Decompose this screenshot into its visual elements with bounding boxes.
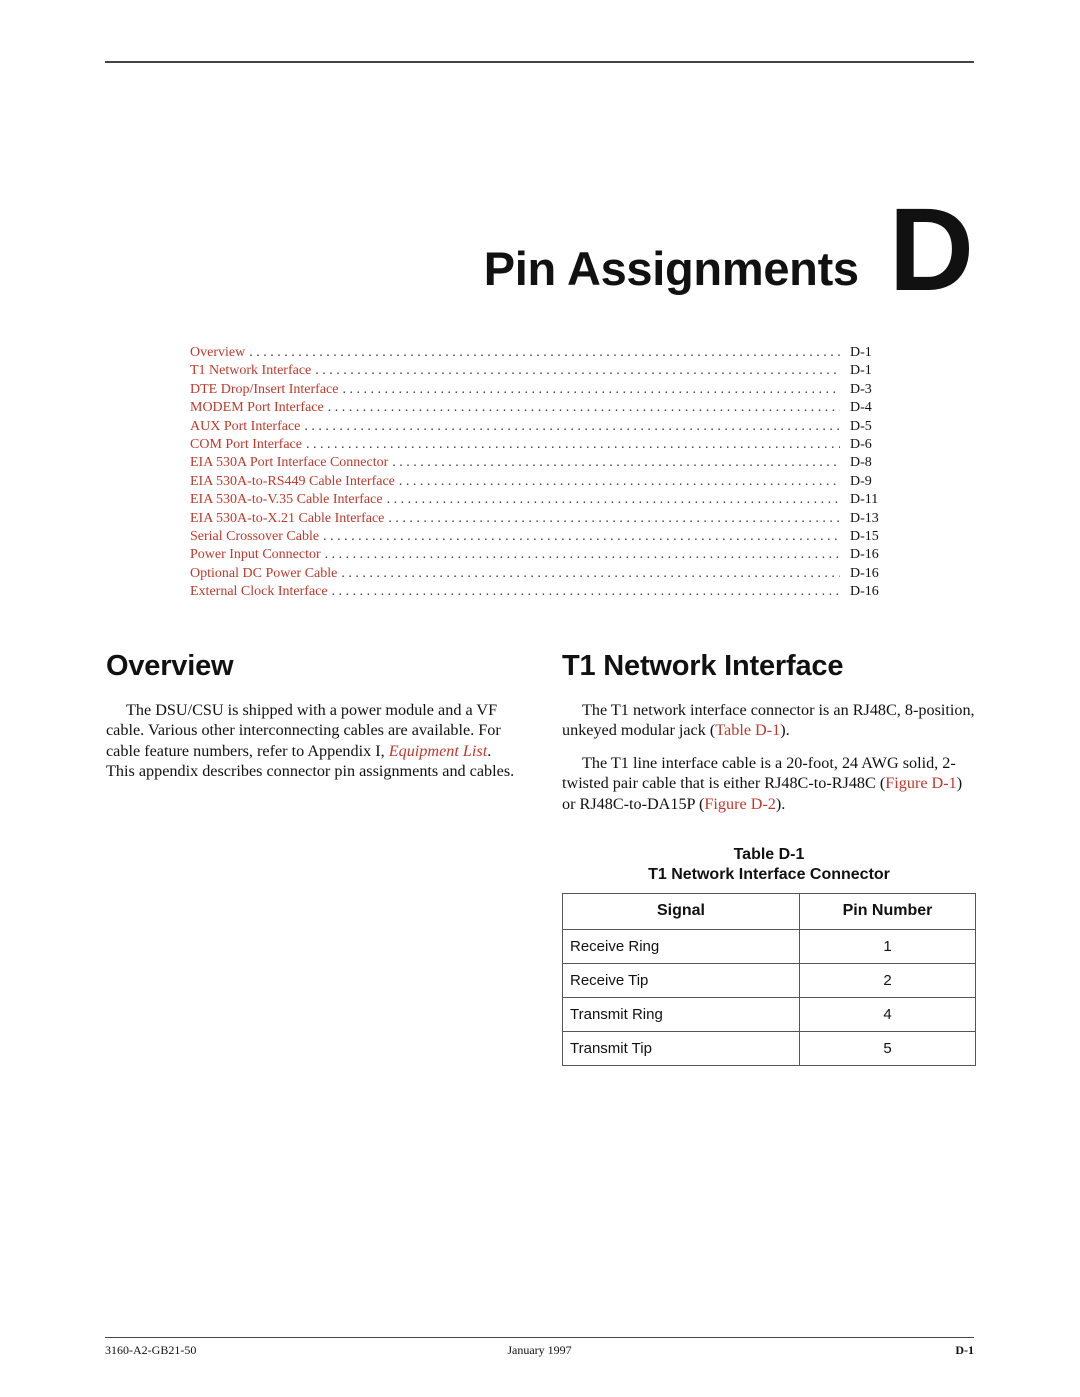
toc-link[interactable]: EIA 530A-to-X.21 Cable Interface [190,510,389,527]
footer-rule [105,1337,974,1338]
toc-link[interactable]: AUX Port Interface [190,418,305,435]
paragraph-text: ). [780,721,790,740]
table-title: T1 Network Interface Connector [648,865,890,883]
pin-cell: 5 [799,1030,976,1066]
toc-leader-dots [323,529,840,545]
toc-leader-dots [388,511,840,527]
toc-link[interactable]: Optional DC Power Cable [190,565,342,582]
signal-cell: Receive Ring [562,928,800,964]
toc-entry[interactable]: EIA 530A-to-V.35 Cable Interface D-11 [190,492,890,510]
toc-entry[interactable]: MODEM Port Interface D-4 [190,400,890,418]
toc-page-number: D-8 [850,455,872,471]
publication-date: January 1997 [507,1343,572,1357]
toc-entry[interactable]: EIA 530A-to-X.21 Cable Interface D-13 [190,510,890,529]
toc-entry[interactable]: EIA 530A Port Interface Connector D-8 [190,455,890,473]
overview-heading: Overview [106,650,234,682]
toc-page-number: D-15 [850,528,879,544]
chapter-letter: D [888,184,974,316]
table-row: Transmit Ring 4 [562,996,976,1032]
toc-entry[interactable]: Overview D-1 [190,345,890,363]
header-rule [105,61,974,63]
toc-link[interactable]: EIA 530A Port Interface Connector [190,455,393,472]
toc-entry[interactable]: Power Input Connector D-16 [190,547,890,565]
t1-paragraph-2: The T1 line interface cable is a 20-foot… [562,753,976,815]
toc-entry[interactable]: Optional DC Power Cable D-16 [190,565,890,584]
toc-link[interactable]: Power Input Connector [190,547,325,564]
pin-cell: 2 [799,962,976,998]
toc-leader-dots [249,345,840,361]
toc-page-number: D-11 [850,492,879,508]
t1-paragraph-1: The T1 network interface connector is an… [562,700,976,741]
toc-leader-dots [342,382,840,398]
toc-leader-dots [325,547,840,563]
t1-heading: T1 Network Interface [562,650,844,682]
toc-page-number: D-4 [850,400,872,416]
toc-leader-dots [328,400,840,416]
chapter-title-text: Pin Assignments [483,242,859,296]
toc-link[interactable]: EIA 530A-to-RS449 Cable Interface [190,473,399,490]
equipment-list-link[interactable]: Equipment List [389,742,487,760]
pin-cell: 4 [799,996,976,1032]
toc-link[interactable]: EIA 530A-to-V.35 Cable Interface [190,492,387,509]
toc-entry[interactable]: AUX Port Interface D-5 [190,418,890,437]
toc-page-number: D-3 [850,381,872,397]
toc-page-number: D-16 [850,565,879,581]
table-number: Table D-1 [733,845,805,863]
page-number: D-1 [955,1343,974,1357]
toc-entry[interactable]: T1 Network Interface D-1 [190,363,890,381]
table-row: Receive Tip 2 [562,962,976,998]
toc-page-number: D-6 [850,436,872,452]
toc-link[interactable]: External Clock Interface [190,584,332,601]
toc-page-number: D-16 [850,547,879,563]
signal-cell: Transmit Ring [562,996,800,1032]
toc-link[interactable]: DTE Drop/Insert Interface [190,381,343,398]
toc-link[interactable]: COM Port Interface [190,436,306,453]
table-of-contents: Overview D-1 T1 Network Interface D-1 DTE … [190,345,890,602]
figure-d1-link[interactable]: Figure D-1 [885,774,956,792]
toc-entry[interactable]: EIA 530A-to-RS449 Cable Interface D-9 [190,473,890,492]
toc-leader-dots [315,363,840,379]
figure-d2-link[interactable]: Figure D-2 [704,795,775,813]
toc-leader-dots [341,566,840,582]
toc-page-number: D-16 [850,584,879,600]
toc-entry[interactable]: Serial Crossover Cable D-15 [190,528,890,547]
toc-leader-dots [392,455,840,471]
paragraph-text: ). [775,795,786,814]
chapter-title: Pin Assignments D [483,184,974,316]
toc-leader-dots [306,437,840,453]
toc-leader-dots [387,492,840,508]
table-header-row: Signal Pin Number [562,892,976,930]
toc-link[interactable]: Overview [190,345,250,361]
t1-network-interface-section: T1 Network Interface The T1 network inte… [562,648,976,1066]
signal-cell: Transmit Tip [562,1030,800,1066]
toc-page-number: D-5 [850,418,872,434]
toc-link[interactable]: T1 Network Interface [190,363,316,380]
toc-page-number: D-13 [850,510,879,526]
pin-cell: 1 [799,928,976,964]
table-caption: Table D-1 T1 Network Interface Connector [562,845,976,885]
toc-leader-dots [304,419,840,435]
toc-entry[interactable]: COM Port Interface D-6 [190,436,890,455]
column-header-signal: Signal [562,892,800,930]
table-row: Transmit Tip 5 [562,1030,976,1066]
toc-page-number: D-1 [850,345,872,360]
pin-assignment-table: Signal Pin Number Receive Ring 1 Receive… [562,892,976,1066]
signal-cell: Receive Tip [562,962,800,998]
toc-entry[interactable]: External Clock Interface D-16 [190,584,890,602]
toc-link[interactable]: MODEM Port Interface [190,400,328,417]
overview-paragraph: The DSU/CSU is shipped with a power modu… [106,700,516,782]
toc-leader-dots [332,584,840,600]
toc-entry[interactable]: DTE Drop/Insert Interface D-3 [190,381,890,400]
toc-page-number: D-9 [850,473,872,489]
table-d1-link[interactable]: Table D-1 [715,721,780,739]
toc-leader-dots [399,474,840,490]
overview-section: Overview The DSU/CSU is shipped with a p… [106,648,516,794]
table-row: Receive Ring 1 [562,928,976,964]
toc-page-number: D-1 [850,363,872,379]
column-header-pin-number: Pin Number [799,892,976,930]
toc-link[interactable]: Serial Crossover Cable [190,528,324,545]
